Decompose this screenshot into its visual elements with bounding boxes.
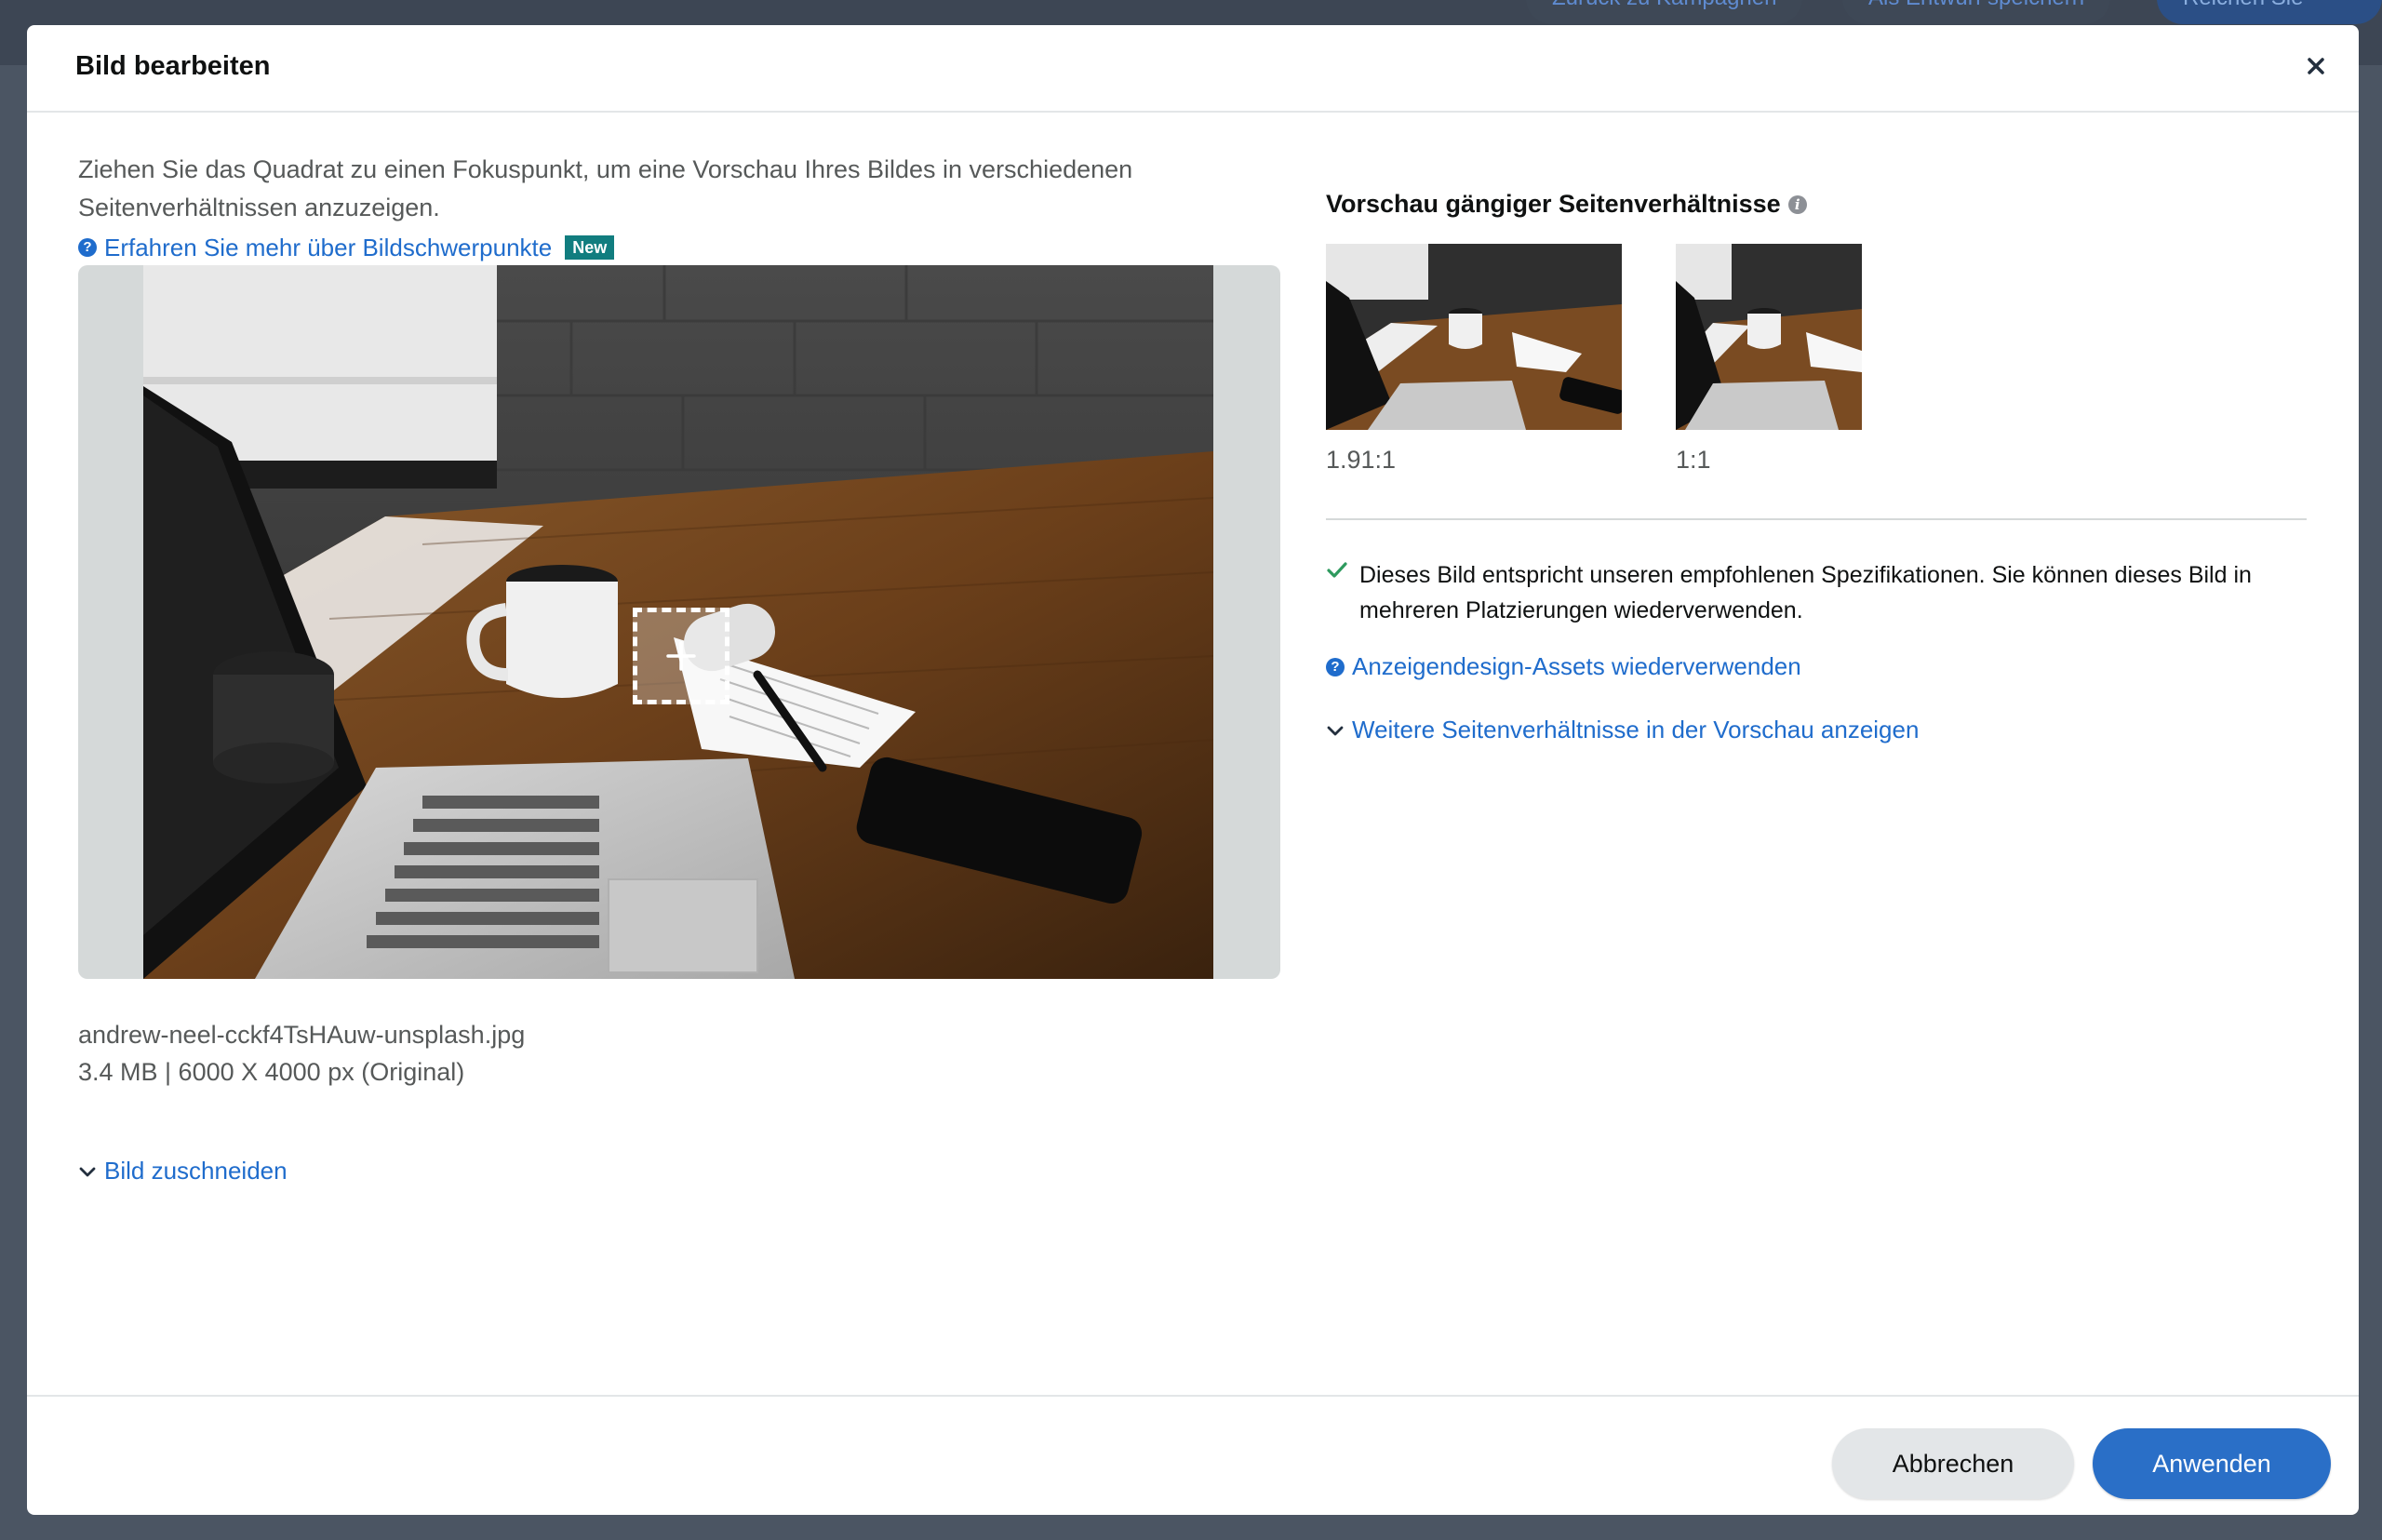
more-ratios-label: Weitere Seitenverhältnisse in der Vorsch… <box>1352 716 1920 743</box>
preview-title-text: Vorschau gängiger Seitenverhältnisse <box>1326 190 1781 218</box>
new-badge: New <box>565 235 615 260</box>
intro-text: Ziehen Sie das Quadrat zu einen Fokuspun… <box>78 155 1133 221</box>
ratio-label-wide: 1.91:1 <box>1326 446 1397 474</box>
dialog-footer: Abbrechen Anwenden <box>27 1395 2359 1515</box>
ratio-label-square: 1:1 <box>1676 446 1711 474</box>
save-draft-button: Als Entwurf speichern <box>1842 0 2111 24</box>
crop-image-toggle[interactable]: Bild zuschneiden <box>78 1157 288 1185</box>
preview-image-square <box>1676 244 1862 430</box>
cancel-button[interactable]: Abbrechen <box>1832 1428 2074 1499</box>
checkmark-icon <box>1327 562 1347 578</box>
plus-icon <box>666 641 696 671</box>
back-to-campaigns-button: Zurück zu Kampagnen <box>1526 0 1803 24</box>
image-preview <box>143 265 1213 979</box>
close-icon <box>2308 58 2324 74</box>
crop-image-label: Bild zuschneiden <box>104 1157 288 1185</box>
preview-image-wide <box>1326 244 1622 430</box>
file-name: andrew-neel-cckf4TsHAuw-unsplash.jpg <box>78 1021 526 1049</box>
help-icon: ? <box>1326 657 1345 676</box>
edit-image-dialog: Bild bearbeiten Ziehen Sie das Quadrat z… <box>27 25 2359 1515</box>
preview-title: Vorschau gängiger Seitenverhältnisse i <box>1326 190 1807 219</box>
dialog-header: Bild bearbeiten <box>27 25 2359 113</box>
image-editor <box>78 265 1280 979</box>
submit-button: Reichen Sie diese <box>2157 0 2382 62</box>
close-button[interactable] <box>2299 49 2333 83</box>
spec-message: Dieses Bild entspricht unseren empfohlen… <box>1326 557 2322 628</box>
preview-thumbnail-square <box>1676 244 1862 430</box>
more-ratios-toggle[interactable]: Weitere Seitenverhältnisse in der Vorsch… <box>1326 716 1919 744</box>
chevron-down-icon <box>1327 726 1344 735</box>
learn-more-label: Erfahren Sie mehr über Bildschwerpunkte <box>104 233 553 261</box>
file-meta: 3.4 MB | 6000 X 4000 px (Original) <box>78 1058 465 1086</box>
info-icon[interactable]: i <box>1787 194 1807 214</box>
apply-button[interactable]: Anwenden <box>2093 1428 2331 1499</box>
focus-point-handle[interactable] <box>633 608 729 704</box>
spec-message-text: Dieses Bild entspricht unseren empfohlen… <box>1359 562 2252 623</box>
divider <box>1326 518 2307 520</box>
preview-thumbnail-wide <box>1326 244 1622 430</box>
help-icon: ? <box>78 238 97 257</box>
dialog-title: Bild bearbeiten <box>75 51 271 81</box>
reuse-assets-link[interactable]: ? Anzeigendesign-Assets wiederverwenden <box>1326 652 1801 681</box>
reuse-assets-label: Anzeigendesign-Assets wiederverwenden <box>1352 652 1801 680</box>
learn-more-link[interactable]: ? Erfahren Sie mehr über Bildschwerpunkt… <box>78 230 615 265</box>
chevron-down-icon <box>79 1167 96 1176</box>
